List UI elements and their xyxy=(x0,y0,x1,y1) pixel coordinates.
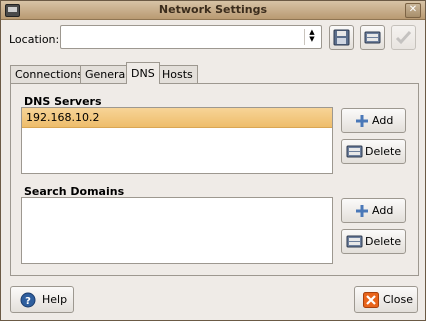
tab-hosts[interactable]: Hosts xyxy=(157,65,198,83)
help-icon: ? xyxy=(20,292,36,308)
network-settings-window: Network Settings ✕ Location: ▲ ▼ Connecti… xyxy=(0,0,426,321)
add-icon xyxy=(356,115,368,127)
location-label: Location: xyxy=(9,33,60,46)
delete-search-domain-button[interactable]: Delete xyxy=(341,229,406,254)
floppy-disk-icon xyxy=(333,29,350,46)
list-item[interactable]: 192.168.10.2 xyxy=(22,108,332,128)
window-title: Network Settings xyxy=(158,3,268,16)
delete-dns-server-button[interactable]: Delete xyxy=(341,139,406,164)
combo-arrows-icon: ▲ ▼ xyxy=(304,29,319,45)
close-button[interactable]: Close xyxy=(354,286,418,313)
dns-servers-list[interactable]: 192.168.10.2 xyxy=(21,107,333,174)
tab-dns[interactable]: DNS xyxy=(126,62,160,84)
apply-location-button[interactable] xyxy=(391,25,416,50)
checkmark-icon xyxy=(395,30,412,45)
save-location-button[interactable] xyxy=(329,25,354,50)
close-icon xyxy=(363,292,379,308)
tab-connections[interactable]: Connections xyxy=(10,65,88,83)
location-combo[interactable]: ▲ ▼ xyxy=(60,25,322,49)
add-icon xyxy=(356,205,368,217)
title-bar[interactable]: Network Settings ✕ xyxy=(1,1,425,20)
search-domains-list[interactable] xyxy=(21,197,333,264)
window-close-button[interactable]: ✕ xyxy=(405,3,421,18)
delete-location-button[interactable] xyxy=(360,25,385,50)
add-dns-server-button[interactable]: Add xyxy=(341,108,406,133)
drive-delete-icon xyxy=(346,235,363,248)
drive-delete-icon xyxy=(346,145,363,158)
help-button[interactable]: ? Help xyxy=(10,286,74,313)
drive-delete-icon xyxy=(364,31,381,44)
svg-text:?: ? xyxy=(25,296,31,307)
add-search-domain-button[interactable]: Add xyxy=(341,198,406,223)
